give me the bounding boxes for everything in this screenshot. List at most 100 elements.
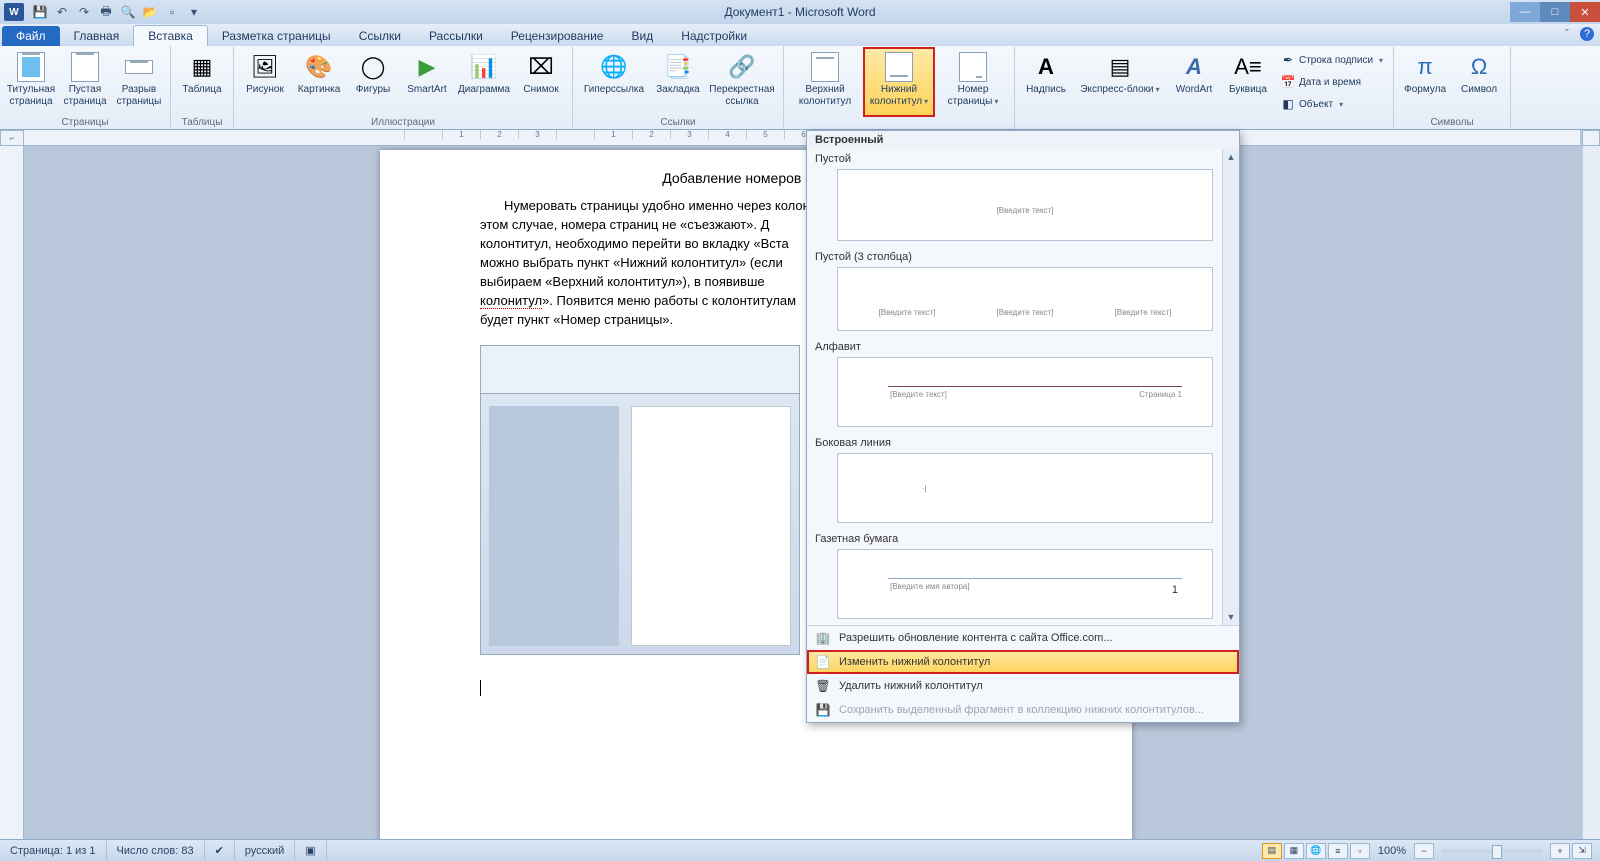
status-language[interactable]: русский <box>235 840 295 861</box>
screenshot-icon: ⌧ <box>525 51 557 83</box>
zoom-out-button[interactable]: − <box>1414 843 1434 859</box>
blank-page-button[interactable]: Пустаястраница <box>60 48 110 116</box>
gallery-item-alphabet[interactable]: [Введите текст]Страница 1 <box>837 357 1213 427</box>
status-page[interactable]: Страница: 1 из 1 <box>0 840 107 861</box>
status-macro[interactable]: ▣ <box>295 840 326 861</box>
clipart-button[interactable]: 🎨Картинка <box>294 48 344 116</box>
date-time-button[interactable]: 📅Дата и время <box>1277 72 1387 92</box>
maximize-button[interactable]: □ <box>1540 2 1570 22</box>
page-break-button[interactable]: Разрывстраницы <box>114 48 164 116</box>
dropcap-button[interactable]: A≡Буквица <box>1223 48 1273 116</box>
crossref-icon: 🔗 <box>726 51 758 83</box>
tab-view[interactable]: Вид <box>617 26 667 46</box>
tab-home[interactable]: Главная <box>60 26 134 46</box>
group-tables: ▦Таблица Таблицы <box>171 46 234 129</box>
menu-remove-footer[interactable]: 🗑Удалить нижний колонтитул <box>807 674 1239 698</box>
group-pages: Титульнаястраница Пустаястраница Разрывс… <box>0 46 171 129</box>
shapes-icon: ◯ <box>357 51 389 83</box>
tab-addins[interactable]: Надстройки <box>667 26 761 46</box>
equation-icon: π <box>1409 51 1441 83</box>
horizontal-ruler[interactable]: 12312345678910111213141516 <box>24 130 1580 146</box>
datetime-icon: 📅 <box>1281 75 1295 89</box>
help-icon[interactable]: ? <box>1580 27 1594 41</box>
qat-undo-icon[interactable]: ↶ <box>54 4 70 20</box>
textbox-button[interactable]: AНадпись <box>1021 48 1071 116</box>
qat-new-icon[interactable]: ▫ <box>164 4 180 20</box>
view-draft[interactable]: ▫ <box>1350 843 1370 859</box>
table-icon: ▦ <box>186 51 218 83</box>
vertical-ruler[interactable] <box>0 146 24 839</box>
status-word-count[interactable]: Число слов: 83 <box>107 840 205 861</box>
bookmark-icon: 📑 <box>662 51 694 83</box>
footer-gallery-dropdown: Встроенный ▲ ▼ Пустой [Введите текст] Пу… <box>806 130 1240 723</box>
chart-icon: 📊 <box>468 51 500 83</box>
tab-insert[interactable]: Вставка <box>133 25 208 46</box>
symbol-icon: Ω <box>1463 51 1495 83</box>
picture-button[interactable]: 🖼Рисунок <box>240 48 290 116</box>
symbol-button[interactable]: ΩСимвол <box>1454 48 1504 116</box>
view-print-layout[interactable]: ▤ <box>1262 843 1282 859</box>
equation-button[interactable]: πФормула <box>1400 48 1450 116</box>
tab-references[interactable]: Ссылки <box>345 26 415 46</box>
qat-save-icon[interactable]: 💾 <box>32 4 48 20</box>
gallery-scrollbar[interactable]: ▲ ▼ <box>1222 149 1239 625</box>
document-canvas[interactable]: Добавление номеров страни Нумеровать стр… <box>24 146 1580 839</box>
zoom-slider[interactable] <box>1442 849 1542 853</box>
table-button[interactable]: ▦Таблица <box>177 48 227 116</box>
gallery-item-sideline[interactable]: ·| <box>837 453 1213 523</box>
qat-customize-icon[interactable]: ▾ <box>186 4 202 20</box>
ruler-toggle-button[interactable] <box>1582 130 1600 146</box>
scroll-up-icon[interactable]: ▲ <box>1223 149 1239 165</box>
window-controls: — □ ✕ <box>1510 2 1600 22</box>
clipart-icon: 🎨 <box>303 51 335 83</box>
page-number-button[interactable]: Номерстраницы▾ <box>938 48 1008 116</box>
wordart-icon: A <box>1178 51 1210 83</box>
view-web-layout[interactable]: 🌐 <box>1306 843 1326 859</box>
hyperlink-button[interactable]: 🌐Гиперссылка <box>579 48 649 116</box>
zoom-level[interactable]: 100% <box>1378 845 1406 857</box>
cover-page-button[interactable]: Титульнаястраница <box>6 48 56 116</box>
chart-button[interactable]: 📊Диаграмма <box>456 48 512 116</box>
qat-print-preview-icon[interactable]: 🔍 <box>120 4 136 20</box>
minimize-button[interactable]: — <box>1510 2 1540 22</box>
qat-redo-icon[interactable]: ↷ <box>76 4 92 20</box>
gallery-item-blank[interactable]: [Введите текст] <box>837 169 1213 241</box>
quick-parts-icon: ▤ <box>1104 51 1136 83</box>
status-proofing[interactable]: ✔ <box>205 840 235 861</box>
gallery-item-blank-3col[interactable]: [Введите текст][Введите текст][Введите т… <box>837 267 1213 331</box>
tab-page-layout[interactable]: Разметка страницы <box>208 26 345 46</box>
tab-file[interactable]: Файл <box>2 26 60 46</box>
shapes-button[interactable]: ◯Фигуры <box>348 48 398 116</box>
footer-button[interactable]: Нижнийколонтитул▾ <box>864 48 934 116</box>
close-button[interactable]: ✕ <box>1570 2 1600 22</box>
group-header-footer: Верхнийколонтитул Нижнийколонтитул▾ Номе… <box>784 46 1014 129</box>
signature-icon: ✒ <box>1281 53 1295 67</box>
view-outline[interactable]: ≡ <box>1328 843 1348 859</box>
crossref-button[interactable]: 🔗Перекрестнаяссылка <box>707 48 777 116</box>
zoom-fit-button[interactable]: ⇲ <box>1572 843 1592 859</box>
group-text: AНадпись ▤Экспресс-блоки▾ AWordArt A≡Бук… <box>1014 46 1394 129</box>
tab-mailings[interactable]: Рассылки <box>415 26 497 46</box>
gallery-item-newsprint[interactable]: [Введите имя автора]1 <box>837 549 1213 619</box>
scroll-down-icon[interactable]: ▼ <box>1223 609 1239 625</box>
menu-office-update[interactable]: 🏢Разрешить обновление контента с сайта O… <box>807 626 1239 650</box>
minimize-ribbon-icon[interactable]: ˇ <box>1560 27 1574 41</box>
bookmark-button[interactable]: 📑Закладка <box>653 48 703 116</box>
qat-quick-print-icon[interactable]: 🖶 <box>98 4 114 20</box>
smartart-button[interactable]: ▶SmartArt <box>402 48 452 116</box>
tab-review[interactable]: Рецензирование <box>497 26 618 46</box>
screenshot-button[interactable]: ⌧Снимок <box>516 48 566 116</box>
header-button[interactable]: Верхнийколонтитул <box>790 48 860 116</box>
quick-parts-button[interactable]: ▤Экспресс-блоки▾ <box>1075 48 1165 116</box>
wordart-button[interactable]: AWordArt <box>1169 48 1219 116</box>
ribbon: Титульнаястраница Пустаястраница Разрывс… <box>0 46 1600 130</box>
object-button[interactable]: ◧Объект▾ <box>1277 94 1387 114</box>
signature-line-button[interactable]: ✒Строка подписи▾ <box>1277 50 1387 70</box>
qat-open-icon[interactable]: 📂 <box>142 4 158 20</box>
ruler-corner[interactable]: ⌐ <box>0 130 24 146</box>
group-links: 🌐Гиперссылка 📑Закладка 🔗Перекрестнаяссыл… <box>573 46 784 129</box>
menu-edit-footer[interactable]: 📄Изменить нижний колонтитул <box>807 650 1239 674</box>
vertical-scrollbar[interactable] <box>1582 146 1600 839</box>
view-full-screen[interactable]: ▦ <box>1284 843 1304 859</box>
zoom-in-button[interactable]: + <box>1550 843 1570 859</box>
